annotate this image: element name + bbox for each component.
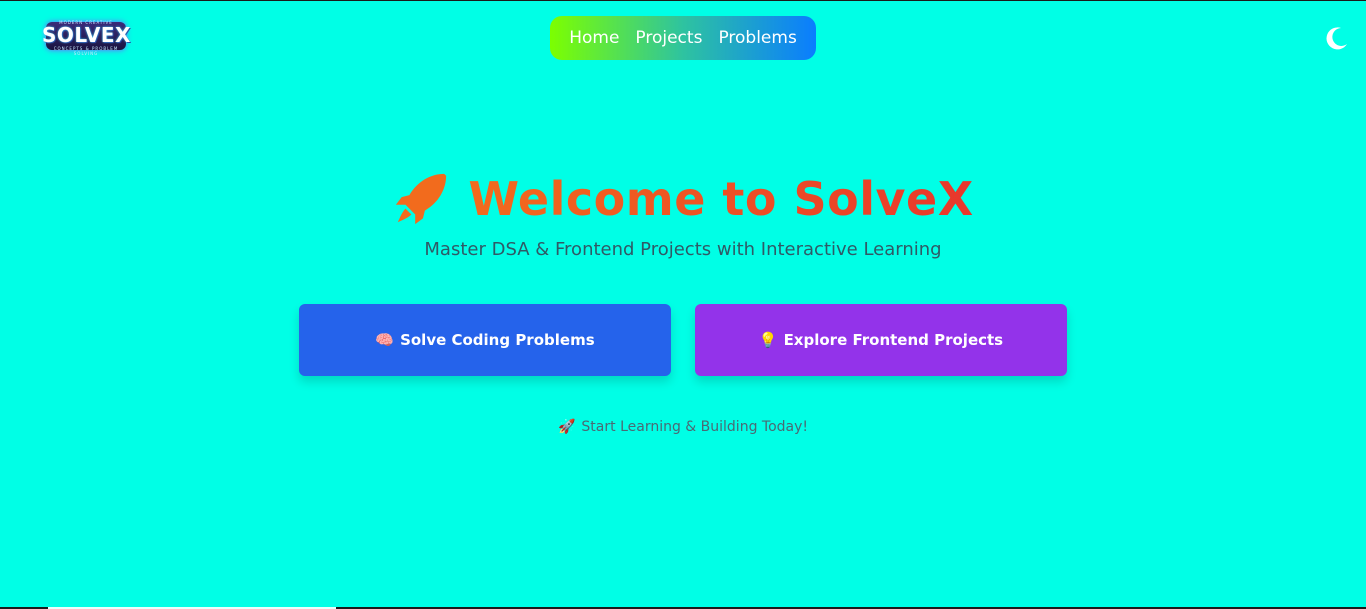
lightbulb-icon: 💡 (758, 331, 778, 349)
rocket-emoji-icon: 🚀 (557, 419, 576, 435)
hero-subtitle: Master DSA & Frontend Projects with Inte… (424, 239, 942, 260)
tagline-text: Start Learning & Building Today! (581, 419, 809, 435)
theme-toggle-button[interactable] (1324, 25, 1350, 51)
solve-problems-label: Solve Coding Problems (400, 331, 595, 349)
hero-tagline: 🚀 Start Learning & Building Today! (0, 419, 1366, 435)
explore-projects-button[interactable]: 💡 Explore Frontend Projects (695, 304, 1067, 376)
brain-icon: 🧠 (375, 331, 395, 349)
hero-title: Welcome to SolveX (0, 169, 1366, 229)
page-title: Welcome to SolveX (468, 169, 973, 229)
logo-text: SOLVEX (42, 23, 131, 47)
explore-projects-label: Explore Frontend Projects (783, 331, 1004, 349)
nav-link-problems[interactable]: Problems (718, 16, 796, 60)
logo-bottom-tagline: CONCEPTS & PROBLEM SOLVING (53, 46, 119, 56)
logo[interactable]: MODERN CREATIVE SOLVEX CONCEPTS & PROBLE… (42, 13, 130, 59)
page: MODERN CREATIVE SOLVEX CONCEPTS & PROBLE… (0, 0, 1366, 609)
nav-link-home[interactable]: Home (569, 16, 619, 60)
rocket-icon (396, 173, 447, 225)
moon-icon (1326, 27, 1347, 50)
main-nav: Home Projects Problems (550, 16, 816, 60)
solve-problems-button[interactable]: 🧠 Solve Coding Problems (299, 304, 671, 376)
nav-link-projects[interactable]: Projects (635, 16, 702, 60)
